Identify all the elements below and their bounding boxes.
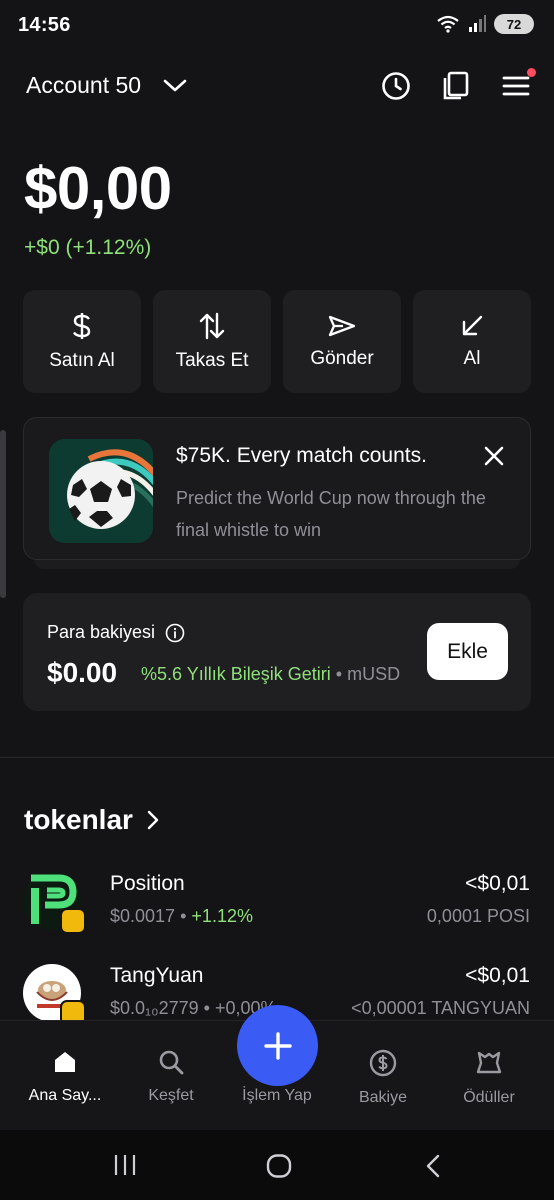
status-bar: 14:56 72 [0, 0, 554, 52]
send-button[interactable]: Gönder [283, 290, 401, 393]
nav-explore-label: Keşfet [148, 1087, 194, 1104]
close-button[interactable] [482, 444, 506, 468]
buy-button[interactable]: Satın Al [23, 290, 141, 393]
soccer-ball-image [49, 439, 153, 543]
wifi-icon [437, 15, 459, 33]
header: Account 50 [0, 62, 554, 118]
copy-icon [443, 71, 469, 100]
cash-balance-card[interactable]: Para bakiyesi $0.00 %5.6 Yıllık Bileşik … [23, 593, 531, 711]
status-time: 14:56 [18, 14, 71, 36]
clock-icon [382, 72, 410, 100]
swap-icon [199, 312, 225, 339]
edge-panel-handle[interactable] [0, 430, 6, 598]
yield-separator: • [335, 664, 343, 684]
nav-rewards[interactable]: Ödüller [439, 1049, 539, 1107]
quick-actions: Satın Al Takas Et Gönder Al [23, 290, 531, 393]
send-icon [328, 315, 356, 336]
add-funds-button[interactable]: Ekle [427, 623, 508, 680]
close-icon [484, 446, 504, 466]
receive-label: Al [463, 347, 481, 369]
token-separator: • [180, 906, 187, 926]
token-quantity: <0,00001 TANGYUAN [351, 998, 530, 1018]
promo-stack-shadow [34, 559, 520, 569]
token-name: Position [110, 872, 185, 895]
account-name: Account 50 [26, 72, 142, 98]
signal-icon [469, 15, 486, 32]
promo-description: Predict the World Cup now through the fi… [176, 488, 486, 540]
nav-trade[interactable]: İşlem Yap [227, 1049, 327, 1105]
send-label: Gönder [310, 347, 374, 369]
tokens-title: tokenlar [24, 804, 133, 835]
nav-explore[interactable]: Keşfet [121, 1049, 221, 1105]
dollar-icon [72, 312, 91, 339]
back-icon[interactable] [424, 1154, 442, 1178]
promo-card[interactable]: $75K. Every match counts. Predict the Wo… [23, 417, 531, 560]
rewards-icon [476, 1051, 502, 1074]
home-button-icon[interactable] [265, 1154, 293, 1178]
nav-balance[interactable]: Bakiye [333, 1049, 433, 1107]
receive-button[interactable]: Al [413, 290, 531, 393]
menu-button[interactable] [500, 68, 536, 102]
nav-balance-label: Bakiye [358, 1089, 408, 1106]
token-price: $0.0017 [110, 906, 176, 926]
battery-indicator: 72 [494, 14, 534, 34]
bottom-nav: Ana Say... Keşfet İşlem Yap Bakiye Ödüll… [0, 1005, 554, 1130]
swap-label: Takas Et [175, 349, 249, 371]
hamburger-menu-icon [502, 76, 530, 96]
token-separator: • [203, 998, 210, 1018]
account-selector[interactable]: Account 50 [26, 72, 187, 99]
total-balance: $0,00 [24, 155, 172, 222]
nav-home[interactable]: Ana Say... [15, 1049, 115, 1105]
nav-trade-label: İşlem Yap [242, 1087, 312, 1104]
yield-rate: %5.6 Yıllık Bileşik Getiri [141, 664, 331, 684]
promo-title: $75K. Every match counts. [176, 444, 427, 467]
cash-yield: %5.6 Yıllık Bileşik Getiri • mUSD [141, 664, 400, 685]
token-price-line: $0.0017 • +1.12% [110, 906, 253, 927]
token-price: $0.0₁₀2779 [110, 998, 199, 1018]
cash-asset: mUSD [347, 664, 401, 684]
token-row-position[interactable]: Position $0.0017 • +1.12% <$0,01 0,0001 … [0, 870, 554, 948]
recent-apps-icon[interactable] [112, 1154, 138, 1176]
nav-home-label: Ana Say... [28, 1087, 102, 1104]
chevron-right-icon [147, 810, 159, 830]
history-button[interactable] [380, 70, 412, 102]
section-divider [0, 757, 554, 758]
balance-change: +$0 (+1.12%) [24, 236, 152, 259]
nav-rewards-label: Ödüller [463, 1089, 515, 1106]
swap-button[interactable]: Takas Et [153, 290, 271, 393]
home-icon [55, 1052, 75, 1072]
status-icons: 72 [436, 14, 534, 34]
cash-amount: $0.00 [47, 657, 118, 688]
token-value: <$0,01 [465, 872, 530, 895]
dollar-circle-icon [369, 1049, 397, 1077]
token-change: +1.12% [191, 906, 253, 926]
info-icon[interactable] [165, 623, 185, 643]
receive-icon [462, 315, 483, 335]
buy-label: Satın Al [49, 349, 115, 371]
token-value: <$0,01 [465, 964, 530, 987]
system-nav-bar [0, 1130, 554, 1200]
bnb-chain-badge [60, 908, 86, 934]
cash-title: Para bakiyesi [47, 622, 156, 642]
token-name: TangYuan [110, 964, 204, 987]
search-icon [159, 1050, 184, 1075]
copy-button[interactable] [440, 70, 472, 102]
token-quantity: 0,0001 POSI [426, 906, 530, 926]
tokens-header[interactable]: tokenlar [24, 804, 159, 836]
chevron-down-icon [163, 79, 187, 91]
notification-dot [527, 68, 536, 77]
